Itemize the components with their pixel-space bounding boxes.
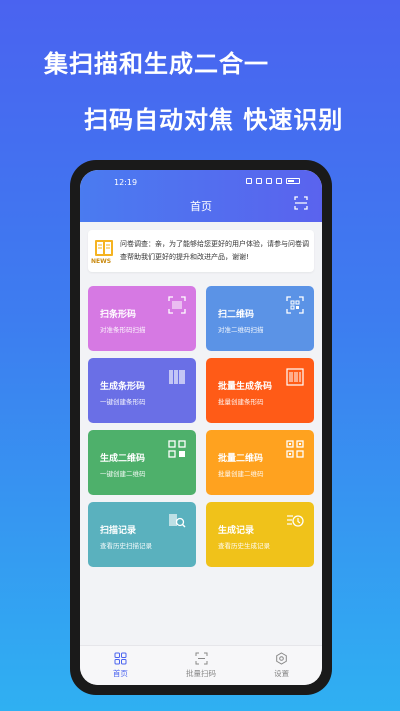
battery-icon	[286, 178, 300, 184]
card-scan-history[interactable]: 扫描记录 查看历史扫描记录	[88, 502, 196, 567]
card-subtitle: 查看历史扫描记录	[100, 542, 152, 550]
barcode-batch-icon	[286, 368, 304, 386]
barcode-icon	[169, 370, 185, 384]
qrcode-icon	[168, 440, 186, 458]
settings-icon	[276, 652, 287, 665]
batch-scan-icon	[195, 652, 207, 665]
nfc-icon	[246, 178, 252, 184]
card-generate-qrcode[interactable]: 生成二维码 一键创建二维码	[88, 430, 196, 495]
card-title: 批量二维码	[218, 454, 264, 464]
card-scan-barcode[interactable]: 扫条形码 对准条形码扫描	[88, 286, 196, 351]
card-title: 生成条形码	[100, 382, 146, 392]
qrcode-scan-icon	[286, 296, 304, 314]
survey-notice[interactable]: NEWS 问卷调查：亲，为了能够给您更好的用户体验，请参与问卷调查帮助我们更好的…	[88, 230, 314, 272]
notice-text: 问卷调查：亲，为了能够给您更好的用户体验，请参与问卷调查帮助我们更好的提升和改进…	[120, 240, 309, 261]
bluetooth-icon	[256, 178, 262, 184]
status-time: 12:19	[114, 178, 138, 187]
card-scan-qrcode[interactable]: 扫二维码 对准二维码扫描	[206, 286, 314, 351]
card-generate-barcode[interactable]: 生成条形码 一键创建条形码	[88, 358, 196, 423]
page-title: 首页	[190, 200, 212, 213]
nav-item-settings[interactable]: 设置	[241, 646, 322, 685]
promo-headline-2: 扫码自动对焦 快速识别	[84, 106, 344, 134]
nav-label: 批量扫码	[186, 669, 216, 678]
scan-icon[interactable]	[294, 196, 308, 210]
app-header: 12:19 首页	[80, 170, 322, 222]
news-badge: NEWS	[91, 258, 112, 265]
scan-history-icon	[169, 514, 186, 528]
nav-item-batch-scan[interactable]: 批量扫码	[161, 646, 242, 685]
wifi-icon	[276, 178, 282, 184]
generate-history-icon	[287, 515, 304, 527]
card-title: 生成记录	[218, 526, 255, 536]
phone-screen: 12:19 首页 NEWS 问卷调查：亲，为了能够给您更好的用户体验，请参与问卷…	[80, 170, 322, 685]
card-title: 扫条形码	[100, 310, 137, 320]
nav-item-home[interactable]: 首页	[80, 646, 161, 685]
card-batch-barcode[interactable]: 批量生成条码 批量创建条形码	[206, 358, 314, 423]
card-subtitle: 查看历史生成记录	[218, 542, 270, 550]
vibrate-icon	[266, 178, 272, 184]
card-subtitle: 一键创建条形码	[100, 398, 146, 406]
card-batch-qrcode[interactable]: 批量二维码 批量创建二维码	[206, 430, 314, 495]
nav-label: 设置	[274, 669, 290, 678]
card-generate-history[interactable]: 生成记录 查看历史生成记录	[206, 502, 314, 567]
card-subtitle: 对准条形码扫描	[100, 326, 146, 334]
card-title: 扫描记录	[100, 526, 137, 536]
barcode-scan-icon	[168, 296, 186, 314]
status-icons	[246, 178, 300, 184]
qrcode-batch-icon	[286, 440, 304, 458]
card-title: 扫二维码	[218, 310, 255, 320]
card-subtitle: 一键创建二维码	[100, 470, 146, 478]
card-subtitle: 对准二维码扫描	[218, 326, 264, 334]
card-title: 批量生成条码	[218, 382, 273, 392]
card-title: 生成二维码	[100, 454, 146, 464]
card-subtitle: 批量创建二维码	[218, 470, 264, 478]
promo-headline-1: 集扫描和生成二合一	[44, 50, 269, 78]
home-grid-icon	[114, 652, 127, 665]
bottom-nav: 首页 批量扫码 设置	[80, 645, 322, 685]
card-subtitle: 批量创建条形码	[218, 398, 264, 406]
nav-label: 首页	[112, 669, 128, 678]
